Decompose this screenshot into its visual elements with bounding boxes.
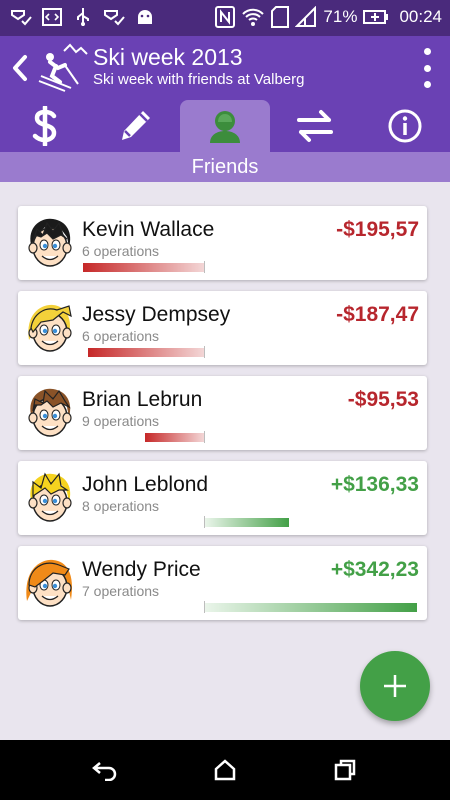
back-icon (92, 762, 117, 781)
balance-bar (82, 516, 418, 528)
operations-count: 6 operations (82, 243, 160, 259)
tab-transfers[interactable] (270, 100, 360, 152)
tab-bar (0, 100, 450, 152)
balance-bar-axis (204, 261, 205, 273)
app-bar: Ski week 2013 Ski week with friends at V… (0, 36, 450, 100)
friend-name: Brian Lebrun (82, 388, 203, 411)
friend-card[interactable]: Wendy Price 7 operations +$342,23 (18, 546, 427, 620)
balance-bar-fill (83, 263, 204, 272)
balance-bar (82, 261, 418, 273)
transfer-arrows-icon (297, 110, 333, 142)
balance-bar-fill (205, 603, 417, 612)
balance-amount: -$195,57 (336, 218, 419, 241)
boy-brown-hair-avatar (28, 388, 72, 437)
balance-bar (82, 346, 418, 358)
dot-icon (423, 48, 431, 55)
android-icon (138, 10, 152, 24)
boy-blonde-hair-avatar (28, 472, 72, 522)
operations-count: 9 operations (82, 413, 160, 429)
pencil-icon (122, 111, 150, 140)
dot-icon (423, 81, 431, 88)
balance-bar-fill (205, 518, 289, 527)
friend-card[interactable]: Kevin Wallace 6 operations -$195,57 (18, 206, 427, 280)
balance-bar-axis (204, 346, 205, 358)
balance-amount: +$342,23 (330, 558, 419, 581)
wifi-icon (242, 8, 265, 26)
tab-expenses-summary[interactable] (0, 100, 90, 152)
friend-name: Wendy Price (82, 558, 201, 581)
nav-back-button[interactable] (90, 756, 120, 784)
clock: 00:24 (399, 7, 442, 26)
home-icon (214, 759, 236, 781)
balance-amount: +$136,33 (330, 473, 419, 496)
friend-card[interactable]: Brian Lebrun 9 operations -$95,53 (18, 376, 427, 450)
nav-recents-button[interactable] (330, 756, 360, 784)
section-title: Friends (0, 152, 450, 182)
status-bar: 71% 00:24 (0, 0, 450, 36)
balance-bar-fill (145, 433, 204, 442)
friend-name: Kevin Wallace (82, 218, 215, 241)
friend-card[interactable]: Jessy Dempsey 6 operations -$187,47 (18, 291, 427, 365)
notification-icons (10, 7, 156, 27)
friends-list: Kevin Wallace 6 operations -$195,57 Jess… (18, 206, 427, 631)
balance-bar (82, 601, 418, 613)
sd-card-icon (271, 6, 290, 28)
back-button[interactable] (6, 50, 34, 86)
battery-icon (363, 10, 389, 24)
page-title: Ski week 2013 (93, 44, 243, 70)
dollar-icon (32, 106, 57, 146)
dot-icon (423, 64, 431, 72)
signal-icon (295, 6, 317, 27)
nav-home-button[interactable] (210, 756, 240, 784)
system-status: 71% 00:24 (215, 6, 442, 28)
chevron-left-icon (13, 55, 27, 81)
overflow-menu-button[interactable] (420, 48, 434, 88)
girl-orange-hair-avatar (26, 559, 73, 607)
navigation-bar (0, 740, 450, 800)
friend-name: John Leblond (82, 473, 209, 496)
info-icon (388, 109, 422, 143)
mail-check-icon (104, 10, 125, 26)
page-subtitle: Ski week with friends at Valberg (93, 71, 305, 88)
usb-icon (77, 8, 89, 26)
operations-count: 7 operations (82, 583, 160, 599)
girl-blonde-hair-avatar (28, 304, 72, 352)
tab-friends[interactable] (180, 100, 270, 152)
operations-count: 6 operations (82, 328, 160, 344)
tab-info[interactable] (360, 100, 450, 152)
friend-card[interactable]: John Leblond 8 operations +$136,33 (18, 461, 427, 535)
boy-black-hair-avatar (28, 218, 72, 267)
code-icon (42, 8, 62, 26)
friend-name: Jessy Dempsey (82, 303, 231, 326)
skier-logo-icon (38, 43, 88, 92)
balance-bar (82, 431, 418, 443)
balance-bar-axis (204, 431, 205, 443)
mail-check-icon (11, 10, 32, 26)
recents-icon (334, 759, 356, 781)
operations-count: 8 operations (82, 498, 160, 514)
battery-percent: 71% (323, 7, 358, 26)
plus-icon (384, 675, 406, 697)
add-button[interactable] (360, 651, 430, 721)
balance-bar-fill (88, 348, 204, 357)
nfc-icon (215, 6, 236, 28)
balance-amount: -$95,53 (347, 388, 419, 411)
friend-icon (210, 111, 240, 143)
tab-operations[interactable] (90, 100, 180, 152)
balance-amount: -$187,47 (336, 303, 419, 326)
